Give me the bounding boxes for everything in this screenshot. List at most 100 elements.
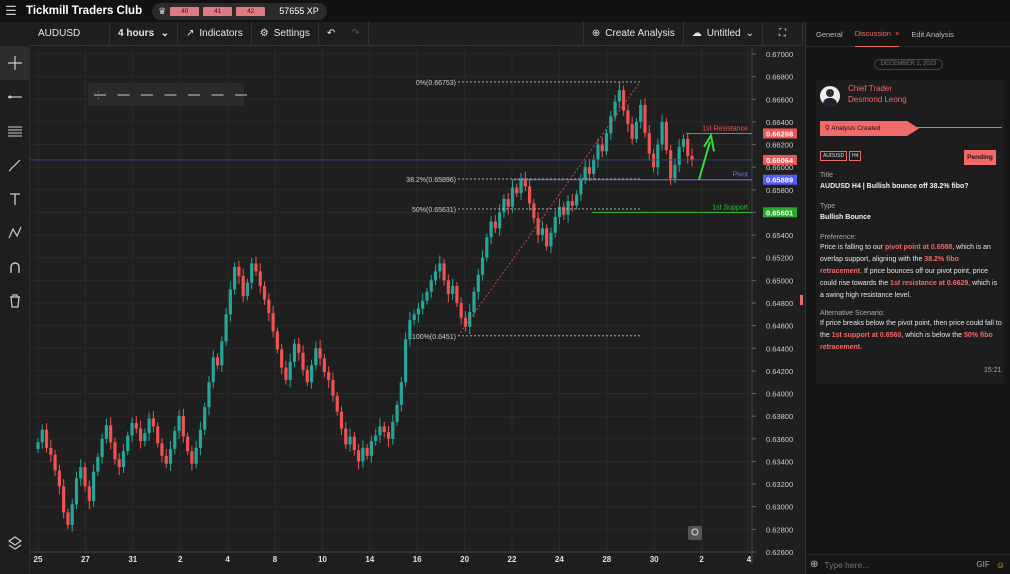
candle-body [267,299,271,314]
trash-icon [10,294,20,308]
x-tick-label: 25 [34,555,43,564]
candle-body [391,421,395,439]
y-tick-label: 0.63600 [766,435,793,444]
candle-body [250,263,254,283]
redo-icon[interactable]: ↷ [351,28,359,39]
gear-icon: ⚙ [259,28,269,39]
fullscreen-button[interactable]: ⛶ [763,21,803,46]
horizontal-line-icon [8,95,22,99]
pattern-tool[interactable] [0,216,30,250]
candle-body [335,395,339,412]
y-tick-label: 0.66200 [766,141,793,150]
candle-body [53,454,57,471]
preference-label: Preference: [820,234,857,241]
candle-body [681,138,686,147]
fib-level-label: 50%(0.65631) [412,207,456,214]
candle-body [220,341,224,366]
tab-general[interactable]: General [816,22,843,47]
candle-body [386,432,391,439]
candle-body [686,138,690,156]
message-time: 15:21 [984,367,1002,374]
candle-body [592,159,596,174]
candle-body [476,274,480,292]
fib-level-label: 38.2%(0.65896) [406,177,456,184]
symbol-selector[interactable]: AUDUSD [30,21,110,46]
timeframe-selector[interactable]: 4 hours ⌄ [110,21,178,46]
y-tick-label: 0.63200 [766,480,793,489]
y-tick-label: 0.63800 [766,412,793,421]
menu-icon[interactable]: ☰ [0,0,22,22]
chart-toolbar: AUDUSD 4 hours ⌄ ↗ Indicators ⚙ Settings ↶ ↷… [30,21,803,46]
crosshair-tool[interactable] [0,46,30,80]
candle-body [339,411,344,429]
candle-body [429,280,433,292]
candle-body [318,348,322,359]
candle-body [660,121,664,145]
fib-tool[interactable] [0,114,30,148]
candle-body [412,314,416,320]
drawing-toolbar [0,46,30,574]
candle-body [194,447,198,464]
candle-body [579,179,583,195]
candle-body [365,447,369,456]
brush-icon [8,159,21,172]
y-tick-label: 0.62800 [766,525,793,534]
delete-tool[interactable] [0,284,30,318]
candle-body [186,436,190,452]
analysis-panel: General Discussion × Edit Analysis DECEMB… [805,22,1010,574]
text-icon [10,193,20,205]
panel-tabs: General Discussion × Edit Analysis [806,22,1010,47]
candle-body [626,110,630,125]
indicators-button[interactable]: ↗ Indicators [178,21,252,46]
text-tool[interactable] [0,182,30,216]
candle-body [613,101,617,117]
plus-icon[interactable]: ⊕ [810,559,818,570]
layout-selector[interactable]: ☁ Untitled ⌄ [684,21,763,46]
chevron-down-icon: ⌄ [160,28,169,39]
price-tag-label: 0.65889 [766,176,793,185]
candle-body [587,167,592,174]
layers-tool[interactable] [0,526,30,560]
candle-body [502,198,506,213]
tab-edit-analysis[interactable]: Edit Analysis [911,22,954,47]
undo-icon[interactable]: ↶ [327,28,335,39]
candle-body [49,447,53,455]
candle-body [493,221,497,229]
emoji-icon[interactable]: ☺ [996,560,1005,570]
settings-button[interactable]: ⚙ Settings [252,21,319,46]
magnet-tool[interactable] [0,250,30,284]
candle-body [442,263,446,281]
x-tick-label: 27 [81,555,90,564]
cloud-icon: ☁ [691,28,702,39]
magnet-icon [10,262,20,273]
tab-discussion[interactable]: Discussion × [854,22,900,47]
candle-body [57,470,61,487]
close-icon[interactable]: × [895,29,899,38]
gif-button[interactable]: GIF [976,560,989,569]
brush-tool[interactable] [0,148,30,182]
y-tick-label: 0.66400 [766,118,793,127]
create-analysis-button[interactable]: ⊕ Create Analysis [582,21,684,46]
x-tick-label: 2 [699,555,704,564]
line-tool[interactable] [0,80,30,114]
candle-body [553,216,557,233]
indicators-label: Indicators [199,28,243,39]
candle-body [374,435,378,442]
candle-body [630,124,634,139]
candle-body [275,331,279,350]
candle-body [156,426,160,444]
candle-body [532,203,536,219]
y-tick-label: 0.64800 [766,299,793,308]
y-tick-label: 0.65000 [766,276,793,285]
chart-area[interactable]: 0.67000 0.66800 0.66600 0.66400 0.66200 0.660… [30,47,803,564]
candle-body [44,429,49,448]
price-tag-label: 0.66064 [766,156,794,165]
top-bar: ☰ Tickmill Traders Club ♛ 40 41 42 57655… [0,0,1010,22]
candle-body [62,486,66,513]
event-banner: ⚲ Analysis Created [820,121,919,136]
candle-body [634,121,639,139]
price-chart[interactable]: 0.67000 0.66800 0.66600 0.66400 0.66200 0.660… [30,47,803,564]
candle-body [408,319,412,340]
y-tick-label: 0.65400 [766,231,793,240]
message-input[interactable] [824,559,965,570]
